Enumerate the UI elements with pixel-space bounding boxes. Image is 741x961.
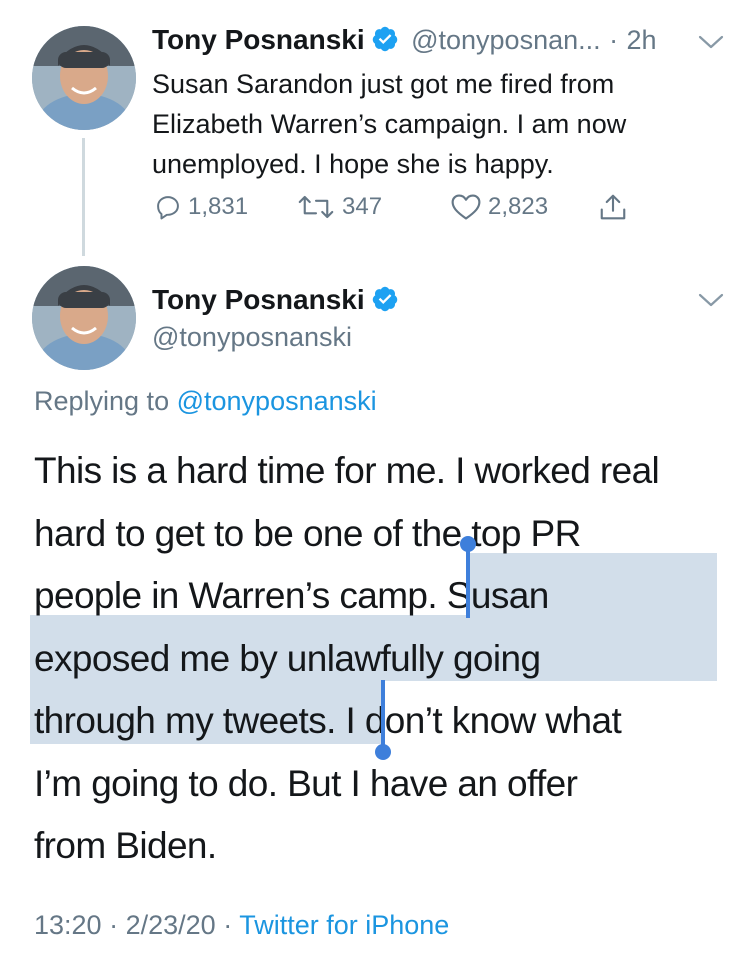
tweet-line: unemployed. I hope she is happy. xyxy=(152,149,554,179)
share-button[interactable] xyxy=(598,190,634,224)
verified-badge-icon xyxy=(372,286,397,312)
separator-dot: · xyxy=(223,910,233,940)
like-count: 2,823 xyxy=(488,193,549,220)
tweet-line: people in Warren’s camp. Susan xyxy=(34,575,549,616)
tweet-line: from Biden. xyxy=(34,825,217,866)
chevron-down-icon[interactable] xyxy=(698,292,724,308)
tweet1-text: Susan Sarandon just got me fired from El… xyxy=(152,64,722,184)
thread-line xyxy=(82,138,85,256)
share-icon xyxy=(600,194,626,220)
tweet-line: exposed me by unlawfully going xyxy=(34,637,541,679)
avatar-photo xyxy=(32,266,136,370)
replying-handle-link[interactable]: @tonyposnanski xyxy=(177,386,377,416)
like-button[interactable]: 2,823 xyxy=(450,190,548,224)
tweet-line: I’m going to do. But I have an offer xyxy=(34,762,578,804)
author-handle[interactable]: @tonyposnanski xyxy=(152,322,352,353)
reply-count: 1,831 xyxy=(188,193,249,220)
retweet-icon xyxy=(298,195,334,219)
replying-prefix: Replying to xyxy=(34,386,170,416)
tweet-source-link[interactable]: Twitter for iPhone xyxy=(239,910,449,940)
tweet-line: through my tweets. I don’t know what xyxy=(34,700,622,741)
verified-badge-icon xyxy=(372,26,397,52)
tweet-line: Susan Sarandon just got me fired from xyxy=(152,69,615,99)
reply-icon xyxy=(157,196,179,220)
heart-icon xyxy=(451,194,481,220)
avatar[interactable] xyxy=(32,26,136,130)
tweet-line: hard to get to be one of the top PR xyxy=(34,512,581,554)
selection-end-handle[interactable] xyxy=(375,744,391,760)
tweet-time[interactable]: 2h xyxy=(627,25,657,55)
tweet2-text[interactable]: This is a hard time for me. I worked rea… xyxy=(34,440,660,878)
tweet2-header: Tony Posnanski xyxy=(152,284,399,316)
author-handle[interactable]: @tonyposnan... xyxy=(411,25,601,55)
tweet-line: This is a hard time for me. I worked rea… xyxy=(34,450,660,491)
author-name[interactable]: Tony Posnanski xyxy=(152,284,365,315)
chevron-down-icon[interactable] xyxy=(698,34,724,50)
tweet-line: Elizabeth Warren’s campaign. I am now xyxy=(152,109,627,139)
retweet-button[interactable]: 347 xyxy=(296,190,382,224)
avatar-photo xyxy=(32,26,136,130)
separator-dot: · xyxy=(609,25,619,55)
author-name[interactable]: Tony Posnanski xyxy=(152,24,365,55)
tweet-timestamp[interactable]: 13:20 xyxy=(34,910,102,940)
tweet-metadata: 13:20 · 2/23/20 · Twitter for iPhone xyxy=(34,910,449,941)
separator-dot: · xyxy=(109,910,119,940)
selection-end-caret xyxy=(381,680,385,752)
selection-start-caret xyxy=(466,544,470,618)
replying-to: Replying to @tonyposnanski xyxy=(34,386,377,417)
reply-button[interactable]: 1,831 xyxy=(154,190,248,224)
tweet1-header: Tony Posnanski @tonyposnan... · 2h xyxy=(152,24,657,56)
avatar[interactable] xyxy=(32,266,136,370)
retweet-count: 347 xyxy=(342,193,383,220)
tweet-date[interactable]: 2/23/20 xyxy=(126,910,216,940)
